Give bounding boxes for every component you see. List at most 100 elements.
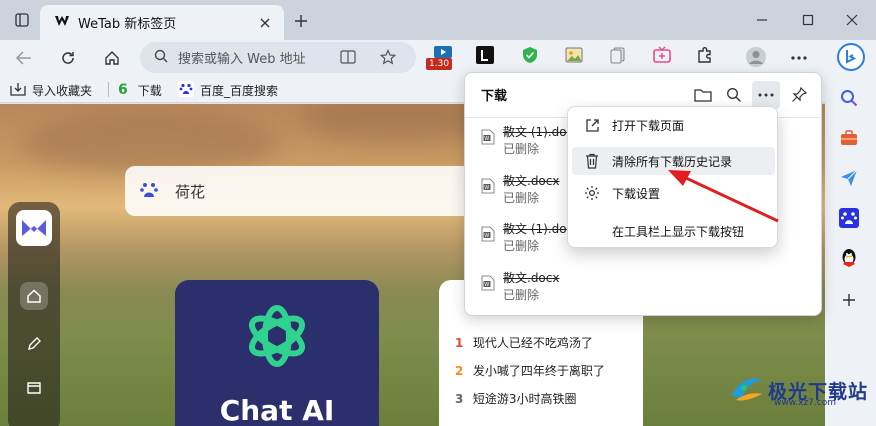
svg-text:W: W <box>484 282 489 288</box>
search-icon <box>154 49 168 66</box>
menu-item-label: 打开下载页面 <box>612 118 685 133</box>
address-bar[interactable]: 搜索或输入 Web 地址 <box>140 42 416 73</box>
import-icon <box>10 82 26 99</box>
baidu-search-icon <box>139 180 159 203</box>
download-filename: 散文.docx <box>503 174 560 188</box>
open-folder-icon[interactable] <box>689 81 717 109</box>
chat-ai-card[interactable]: Chat AI <box>175 280 379 426</box>
pin-icon[interactable] <box>785 81 813 109</box>
menu-open-downloads-page[interactable]: 打开下载页面 <box>572 111 775 139</box>
wetab-logo-icon[interactable] <box>16 210 52 246</box>
sidebar-toolbox-icon[interactable] <box>837 126 861 150</box>
word-doc-icon: W <box>481 178 495 197</box>
extension-l-icon[interactable] <box>476 46 498 68</box>
sidebar-search-icon[interactable] <box>837 86 861 110</box>
profile-avatar-icon[interactable] <box>745 46 767 68</box>
chat-ai-label: Chat AI <box>219 394 335 426</box>
gear-icon <box>578 185 606 201</box>
sidebar-send-icon[interactable] <box>837 166 861 190</box>
new-tab-button[interactable] <box>288 8 314 34</box>
news-text: 短途游3小时高铁圈 <box>472 392 577 406</box>
extension-copy-icon[interactable] <box>609 46 631 68</box>
watermark-logo-icon <box>730 374 764 407</box>
news-item[interactable]: 1 现代人已经不吃鸡汤了 <box>455 334 593 351</box>
menu-item-label: 在工具栏上显示下载按钮 <box>612 224 745 239</box>
favorite-star-icon[interactable] <box>379 49 397 68</box>
reading-view-icon[interactable] <box>340 50 356 67</box>
downloads-context-menu: 打开下载页面 清除所有下载历史记录 下载设置 在工具栏上显示下载按钮 <box>567 106 778 248</box>
news-rank: 2 <box>455 364 464 378</box>
home-icon[interactable] <box>98 44 126 72</box>
word-doc-icon: W <box>481 129 495 148</box>
back-arrow-icon[interactable] <box>10 44 38 72</box>
background-cloud <box>20 114 280 174</box>
bing-copilot-icon[interactable] <box>836 42 866 72</box>
watermark: 极光下载站 www.xz7.com <box>730 374 868 408</box>
word-doc-icon: W <box>481 275 495 294</box>
news-rank: 1 <box>455 336 464 350</box>
extensions-puzzle-icon[interactable] <box>696 46 718 68</box>
word-doc-icon: W <box>481 226 495 245</box>
download-filename: 散文.docx <box>503 271 560 285</box>
refresh-icon[interactable] <box>54 44 82 72</box>
extension-badge: 1.30 <box>426 58 453 70</box>
tab-title: WeTab 新标签页 <box>78 17 177 32</box>
news-item[interactable]: 2 发小喊了四年终于离职了 <box>455 362 605 379</box>
extension-image-icon[interactable] <box>565 46 587 68</box>
sidebar-baidu-icon[interactable] <box>837 206 861 230</box>
rail-store-icon[interactable] <box>20 374 48 402</box>
downloads-more-icon[interactable] <box>752 81 780 109</box>
rail-pen-icon[interactable] <box>20 330 48 358</box>
address-placeholder: 搜索或输入 Web 地址 <box>178 52 306 67</box>
download-status: 已删除 <box>503 191 540 205</box>
download-filename: 散文 (1).doc <box>503 125 574 139</box>
watermark-url: www.xz7.com <box>774 398 836 408</box>
sidebar-add-icon[interactable] <box>837 288 861 312</box>
news-text: 现代人已经不吃鸡汤了 <box>472 336 593 350</box>
favorite-label: 百度_百度搜索 <box>200 83 279 98</box>
download-item[interactable]: W 散文.docx 已删除 <box>481 269 611 305</box>
more-menu-icon[interactable] <box>791 50 813 72</box>
menu-download-settings[interactable]: 下载设置 <box>572 179 775 207</box>
download-status: 已删除 <box>503 142 540 156</box>
trash-icon <box>578 153 606 169</box>
favorite-label: 下载 <box>137 83 162 98</box>
tab-close-icon[interactable] <box>256 14 274 32</box>
favorite-import[interactable]: 导入收藏夹 <box>10 80 92 100</box>
svg-text:W: W <box>484 136 489 142</box>
baidu-paw-icon <box>178 80 194 100</box>
favorites-divider <box>108 82 109 97</box>
svg-text:W: W <box>484 185 489 191</box>
menu-item-label: 清除所有下载历史记录 <box>612 154 733 169</box>
download-6-icon: 6 <box>118 82 128 98</box>
openai-logo-icon <box>241 300 313 375</box>
news-text: 发小喊了四年终于离职了 <box>472 364 605 378</box>
extension-shield-icon[interactable] <box>521 46 543 68</box>
favorite-download[interactable]: 6 下载 <box>118 80 162 100</box>
menu-clear-download-history[interactable]: 清除所有下载历史记录 <box>572 147 775 175</box>
download-status: 已删除 <box>503 239 540 253</box>
menu-item-label: 下载设置 <box>612 186 661 201</box>
download-status: 已删除 <box>503 288 540 302</box>
extension-video-icon[interactable]: 1.30 <box>426 46 454 70</box>
open-external-icon <box>578 118 606 133</box>
page-search-query: 荷花 <box>175 182 206 201</box>
menu-show-download-button[interactable]: 在工具栏上显示下载按钮 <box>572 217 775 245</box>
minimize-button[interactable] <box>748 6 776 34</box>
browser-toolbar: 搜索或输入 Web 地址 1.30 <box>0 40 876 76</box>
maximize-button[interactable] <box>794 6 822 34</box>
favorite-baidu[interactable]: 百度_百度搜索 <box>178 80 278 100</box>
svg-text:W: W <box>484 233 489 239</box>
news-item[interactable]: 3 短途游3小时高铁圈 <box>455 390 576 407</box>
download-filename: 散文 (1).doc <box>503 222 574 236</box>
downloads-title: 下载 <box>481 89 508 104</box>
extension-tv-icon[interactable] <box>653 46 675 68</box>
wetab-logo-icon <box>54 14 70 31</box>
rail-home-icon[interactable] <box>20 282 48 310</box>
sidebar-qq-icon[interactable] <box>837 246 861 270</box>
tab-actions-icon[interactable] <box>8 6 36 34</box>
news-rank: 3 <box>455 392 464 406</box>
close-window-button[interactable] <box>838 6 866 34</box>
downloads-search-icon[interactable] <box>720 81 748 109</box>
tab-wetab[interactable]: WeTab 新标签页 <box>40 5 284 40</box>
